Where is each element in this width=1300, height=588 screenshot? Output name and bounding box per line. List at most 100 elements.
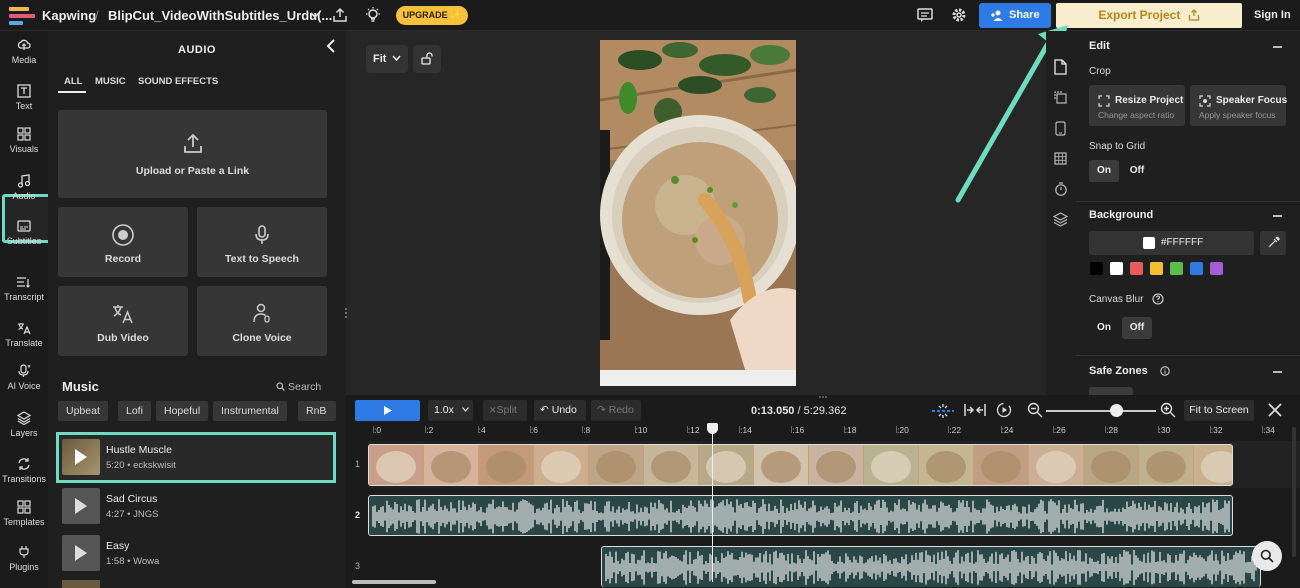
fit-dropdown[interactable]: Fit (366, 45, 408, 73)
audio-clip[interactable] (368, 495, 1233, 536)
resize-project-button[interactable]: Resize Project Change aspect ratio (1089, 85, 1185, 126)
text-to-speech-label: Text to Speech (225, 253, 299, 265)
zoom-out-icon[interactable] (1027, 402, 1043, 418)
nav-text[interactable]: Text (0, 84, 48, 111)
close-icon[interactable] (1268, 403, 1282, 417)
speaker-focus-button[interactable]: Speaker Focus Apply speaker focus (1190, 85, 1287, 126)
nav-subtitles[interactable]: Subtitles (0, 219, 48, 246)
kapwing-logo-icon[interactable] (9, 6, 35, 26)
split-audio-icon[interactable] (931, 403, 955, 419)
eyedropper-button[interactable] (1260, 231, 1286, 255)
split-button[interactable]: ✕Split (483, 400, 527, 421)
track-meta: 4:27 • JNGS (106, 509, 159, 520)
panel-resize-handle[interactable] (344, 306, 348, 320)
collapse-safe-zones-icon[interactable] (1273, 371, 1282, 373)
safe-zone-option[interactable] (1089, 387, 1133, 395)
scissors-icon: ✕ (489, 405, 497, 415)
track-item-sad-circus[interactable]: Sad Circus 4:27 • JNGS (58, 484, 334, 528)
edit-panel: Edit Crop Resize Project Change aspect r… (1076, 31, 1300, 395)
timeline-drag-handle[interactable] (818, 395, 828, 399)
zoom-slider-thumb[interactable] (1110, 404, 1123, 417)
chip-lofi[interactable]: Lofi (118, 401, 151, 421)
project-name[interactable]: BlipCut_VideoWithSubtitles_Urdu(... (108, 8, 332, 23)
upload-share-icon[interactable] (332, 7, 348, 23)
chevron-down-icon[interactable] (310, 10, 320, 20)
resize-icon[interactable] (1054, 91, 1067, 104)
tab-music[interactable]: MUSIC (95, 76, 126, 87)
upgrade-button[interactable]: UPGRADE ✨ (396, 6, 468, 25)
snap-off-toggle[interactable]: Off (1122, 160, 1152, 182)
track-item-hustle-muscle[interactable]: Hustle Muscle 5:20 • eckskwisit (58, 435, 334, 479)
nav-templates[interactable]: Templates (0, 500, 48, 527)
record-button[interactable]: Record (58, 207, 188, 277)
chip-instrumental[interactable]: Instrumental (213, 401, 287, 421)
collapse-panel-icon[interactable] (325, 39, 337, 53)
zoom-slider-track[interactable] (1046, 410, 1156, 412)
collapse-background-icon[interactable] (1273, 215, 1282, 217)
background-color-input[interactable]: #FFFFFF (1089, 231, 1254, 255)
text-to-speech-button[interactable]: Text to Speech (197, 207, 327, 277)
nav-transitions[interactable]: Transitions (0, 457, 48, 484)
swatch-red[interactable] (1130, 262, 1143, 275)
lightbulb-icon[interactable] (364, 6, 382, 24)
timeline-vscroll[interactable] (1292, 427, 1296, 557)
playback-speed-dropdown[interactable]: 1.0x (428, 400, 473, 421)
upload-paste-link-button[interactable]: Upload or Paste a Link (58, 110, 327, 198)
layers-icon[interactable] (1053, 212, 1068, 227)
tab-all[interactable]: ALL (64, 76, 82, 87)
dub-video-button[interactable]: Dub Video (58, 286, 188, 356)
chip-hopeful[interactable]: Hopeful (156, 401, 209, 421)
track-item-easy[interactable]: Easy 1:58 • Wowa (58, 531, 334, 575)
nav-ai-voice[interactable]: AI Voice (0, 364, 48, 391)
tab-sound-effects[interactable]: SOUND EFFECTS (138, 76, 218, 87)
nav-audio[interactable]: Audio (0, 174, 48, 201)
nav-plugins[interactable]: Plugins (0, 545, 48, 572)
phone-icon[interactable] (1055, 121, 1066, 136)
nav-translate[interactable]: Translate (0, 321, 48, 348)
playhead[interactable] (712, 427, 713, 582)
tick-mark (1000, 426, 1002, 433)
redo-button[interactable]: ↷ Redo (591, 400, 641, 421)
music-heading: Music (62, 379, 99, 394)
comment-icon[interactable] (917, 8, 933, 23)
video-clip[interactable] (368, 444, 1233, 486)
swatch-white[interactable] (1110, 262, 1123, 275)
fit-to-screen-button[interactable]: Fit to Screen (1184, 400, 1254, 421)
chip-rnb[interactable]: RnB (298, 401, 336, 421)
nav-templates-label: Templates (3, 517, 45, 527)
snap-on-toggle[interactable]: On (1089, 160, 1119, 182)
canvas-stage: Fit (344, 31, 1046, 395)
nav-layers[interactable]: Layers (0, 411, 48, 438)
timer-icon[interactable] (1054, 182, 1068, 196)
collapse-edit-icon[interactable] (1273, 46, 1282, 48)
sign-in-link[interactable]: Sign In (1254, 9, 1291, 21)
grid-icon[interactable] (1054, 152, 1067, 165)
help-icon[interactable] (1152, 293, 1164, 305)
swatch-purple[interactable] (1210, 262, 1223, 275)
blur-off-toggle[interactable]: Off (1122, 317, 1152, 339)
info-icon[interactable] (1160, 366, 1170, 376)
swatch-blue[interactable] (1190, 262, 1203, 275)
chip-upbeat[interactable]: Upbeat (58, 401, 108, 421)
audio-clip[interactable] (601, 546, 1261, 587)
clone-voice-button[interactable]: Clone Voice (197, 286, 327, 356)
export-project-button[interactable]: Export Project (1056, 3, 1242, 28)
nav-media[interactable]: Media (0, 38, 48, 65)
nav-visuals[interactable]: Visuals (0, 127, 48, 154)
swatch-green[interactable] (1170, 262, 1183, 275)
play-button[interactable] (355, 400, 420, 421)
swatch-yellow[interactable] (1150, 262, 1163, 275)
nav-transcript[interactable]: Transcript (0, 275, 48, 302)
zoom-in-icon[interactable] (1160, 402, 1176, 418)
document-icon[interactable] (1054, 59, 1067, 75)
timeline-search-button[interactable] (1252, 541, 1282, 571)
playback-loop-icon[interactable] (996, 402, 1012, 418)
unlock-aspect-button[interactable] (413, 45, 441, 73)
timeline-hscroll[interactable] (352, 580, 436, 584)
blur-on-toggle[interactable]: On (1089, 317, 1119, 339)
undo-button[interactable]: ↶ Undo (534, 400, 586, 421)
video-preview[interactable] (600, 40, 796, 386)
fit-timeline-icon[interactable] (964, 403, 986, 417)
swatch-black[interactable] (1090, 262, 1103, 275)
music-search-button[interactable]: Search (276, 381, 321, 393)
